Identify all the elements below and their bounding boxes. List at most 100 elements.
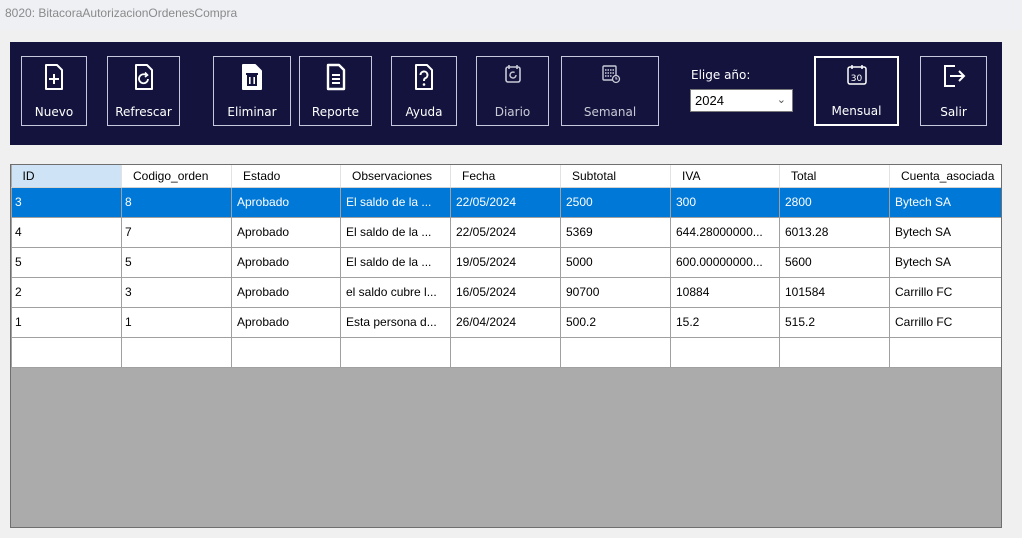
cell-fecha[interactable]: 19/05/2024 <box>450 246 561 278</box>
cell-codigo-orden[interactable]: 1 <box>121 306 232 338</box>
cell-iva[interactable]: 15.2 <box>670 306 780 338</box>
col-header-estado[interactable]: Estado <box>231 165 341 188</box>
semanal-label: Semanal <box>583 105 637 119</box>
cell-id[interactable]: 5 <box>11 246 122 278</box>
reporte-button[interactable]: Reporte <box>299 56 372 126</box>
chevron-down-icon: ⌄ <box>776 94 786 106</box>
cell-id[interactable]: 1 <box>11 306 122 338</box>
cell-cuenta-asociada[interactable]: Carrillo FC <box>889 276 1001 308</box>
cell-fecha[interactable]: 16/05/2024 <box>450 276 561 308</box>
new-file-icon <box>45 64 63 90</box>
help-icon <box>415 64 433 90</box>
ayuda-button[interactable]: Ayuda <box>391 56 457 126</box>
col-header-total[interactable]: Total <box>779 165 890 188</box>
weekly-calendar-icon <box>602 65 621 84</box>
cell-codigo-orden[interactable]: 7 <box>121 216 232 248</box>
mensual-button[interactable]: 30 Mensual <box>814 56 899 126</box>
cell-codigo-orden[interactable]: 5 <box>121 246 232 278</box>
mensual-label: Mensual <box>831 104 882 118</box>
cell-estado[interactable]: Aprobado <box>231 186 341 218</box>
cell-fecha[interactable]: 22/05/2024 <box>450 216 561 248</box>
empty-cell[interactable] <box>779 336 890 368</box>
cell-observaciones[interactable]: el saldo cubre l... <box>340 276 451 308</box>
new-row[interactable] <box>11 336 1001 368</box>
table-row[interactable]: 3 8 Aprobado El saldo de la ... 22/05/20… <box>11 186 1001 218</box>
cell-subtotal[interactable]: 2500 <box>560 186 671 218</box>
window-title: 8020: BitacoraAutorizacionOrdenesCompra <box>0 0 1022 30</box>
cell-fecha[interactable]: 26/04/2024 <box>450 306 561 338</box>
cell-fecha[interactable]: 22/05/2024 <box>450 186 561 218</box>
empty-cell[interactable] <box>450 336 561 368</box>
empty-cell[interactable] <box>231 336 341 368</box>
empty-cell[interactable] <box>121 336 232 368</box>
empty-cell[interactable] <box>11 336 122 368</box>
cell-subtotal[interactable]: 500.2 <box>560 306 671 338</box>
cell-total[interactable]: 2800 <box>779 186 890 218</box>
cell-estado[interactable]: Aprobado <box>231 276 341 308</box>
cell-estado[interactable]: Aprobado <box>231 306 341 338</box>
col-header-cuenta-asociada[interactable]: Cuenta_asociada <box>889 165 1001 188</box>
year-select[interactable]: 2024 ⌄ <box>690 89 793 112</box>
table-row[interactable]: 4 7 Aprobado El saldo de la ... 22/05/20… <box>11 216 1001 248</box>
report-icon <box>326 63 345 91</box>
cell-cuenta-asociada[interactable]: Carrillo FC <box>889 306 1001 338</box>
cell-total[interactable]: 515.2 <box>779 306 890 338</box>
cell-subtotal[interactable]: 90700 <box>560 276 671 308</box>
cell-codigo-orden[interactable]: 3 <box>121 276 232 308</box>
col-header-subtotal[interactable]: Subtotal <box>560 165 671 188</box>
eliminar-button[interactable]: Eliminar <box>213 56 291 126</box>
calendar-day-text: 30 <box>850 74 863 84</box>
refrescar-button[interactable]: Refrescar <box>107 56 180 126</box>
cell-codigo-orden[interactable]: 8 <box>121 186 232 218</box>
cell-iva[interactable]: 300 <box>670 186 780 218</box>
cell-total[interactable]: 5600 <box>779 246 890 278</box>
col-header-id[interactable]: ID <box>11 165 122 188</box>
ayuda-label: Ayuda <box>405 105 443 119</box>
table-row[interactable]: 5 5 Aprobado El saldo de la ... 19/05/20… <box>11 246 1001 278</box>
cell-estado[interactable]: Aprobado <box>231 246 341 278</box>
col-header-observaciones[interactable]: Observaciones <box>340 165 451 188</box>
data-grid[interactable]: ID Codigo_orden Estado Observaciones Fec… <box>10 164 1002 528</box>
cell-subtotal[interactable]: 5369 <box>560 216 671 248</box>
eliminar-label: Eliminar <box>227 105 277 119</box>
col-header-iva[interactable]: IVA <box>670 165 780 188</box>
table-row[interactable]: 2 3 Aprobado el saldo cubre l... 16/05/2… <box>11 276 1001 308</box>
col-header-codigo-orden[interactable]: Codigo_orden <box>121 165 232 188</box>
cell-observaciones[interactable]: El saldo de la ... <box>340 216 451 248</box>
salir-label: Salir <box>940 105 967 119</box>
exit-icon <box>943 65 965 87</box>
semanal-button[interactable]: Semanal <box>561 56 659 126</box>
header-row: ID Codigo_orden Estado Observaciones Fec… <box>11 165 1001 188</box>
diario-label: Diario <box>494 105 531 119</box>
reporte-label: Reporte <box>311 105 360 119</box>
nuevo-button[interactable]: Nuevo <box>21 56 87 126</box>
cell-observaciones[interactable]: El saldo de la ... <box>340 246 451 278</box>
cell-id[interactable]: 4 <box>11 216 122 248</box>
cell-total[interactable]: 101584 <box>779 276 890 308</box>
empty-cell[interactable] <box>340 336 451 368</box>
col-header-fecha[interactable]: Fecha <box>450 165 561 188</box>
cell-iva[interactable]: 600.00000000... <box>670 246 780 278</box>
refresh-icon <box>134 64 153 90</box>
cell-id[interactable]: 2 <box>11 276 122 308</box>
empty-cell[interactable] <box>560 336 671 368</box>
cell-iva[interactable]: 644.28000000... <box>670 216 780 248</box>
cell-observaciones[interactable]: El saldo de la ... <box>340 186 451 218</box>
salir-button[interactable]: Salir <box>920 56 987 126</box>
cell-cuenta-asociada[interactable]: Bytech SA <box>889 216 1001 248</box>
cell-iva[interactable]: 10884 <box>670 276 780 308</box>
cell-id[interactable]: 3 <box>11 186 122 218</box>
diario-button[interactable]: Diario <box>476 56 549 126</box>
delete-file-icon <box>242 64 262 90</box>
nuevo-label: Nuevo <box>34 105 74 119</box>
cell-cuenta-asociada[interactable]: Bytech SA <box>889 246 1001 278</box>
toolbar: Nuevo Refrescar Eliminar Reporte Ayuda D… <box>10 42 1002 145</box>
cell-cuenta-asociada[interactable]: Bytech SA <box>889 186 1001 218</box>
table-row[interactable]: 1 1 Aprobado Esta persona d... 26/04/202… <box>11 306 1001 338</box>
empty-cell[interactable] <box>670 336 780 368</box>
cell-subtotal[interactable]: 5000 <box>560 246 671 278</box>
cell-estado[interactable]: Aprobado <box>231 216 341 248</box>
cell-observaciones[interactable]: Esta persona d... <box>340 306 451 338</box>
empty-cell[interactable] <box>889 336 1001 368</box>
cell-total[interactable]: 6013.28 <box>779 216 890 248</box>
